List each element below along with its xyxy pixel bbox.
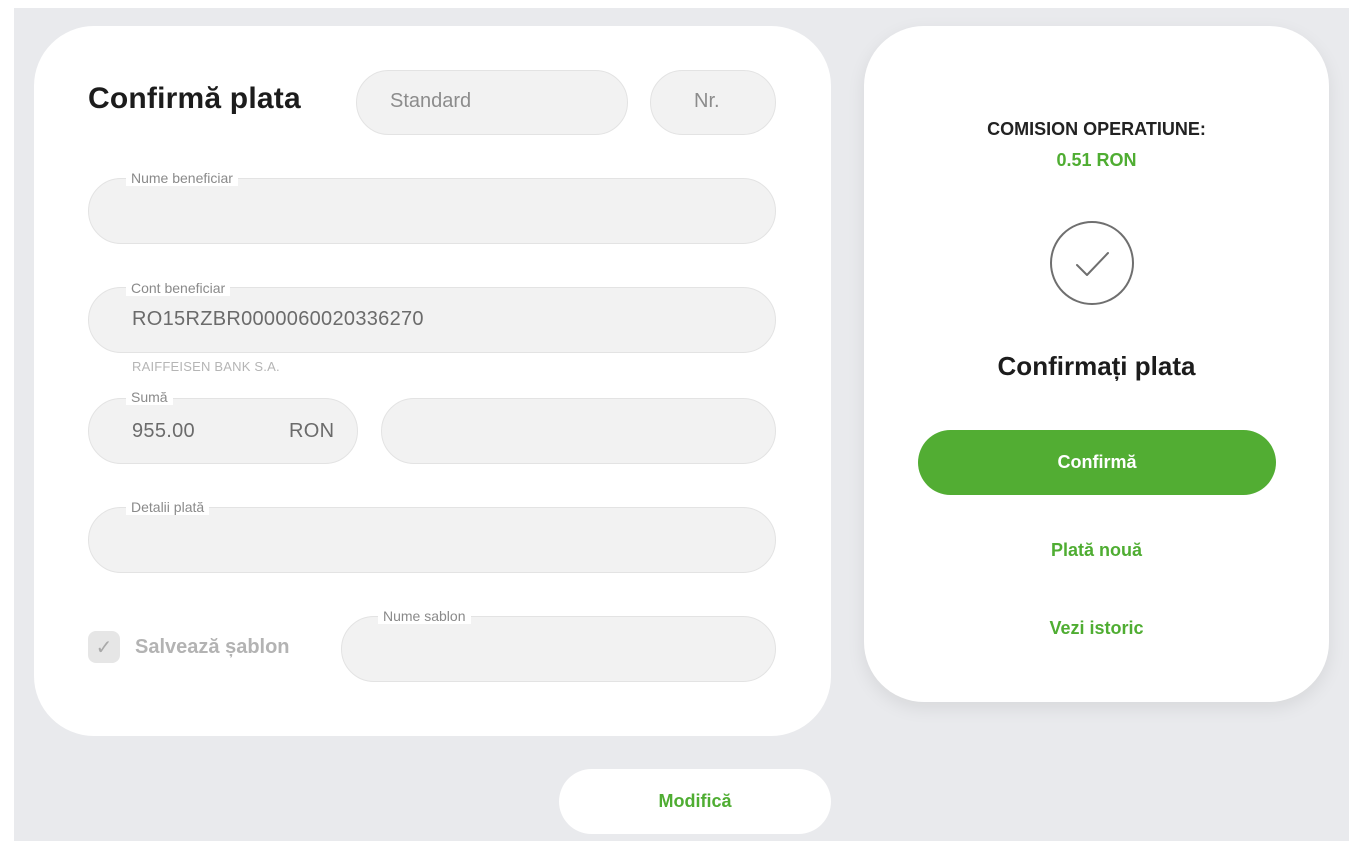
view-history-link[interactable]: Vezi istoric — [864, 618, 1329, 639]
amount-extra-field[interactable] — [381, 398, 776, 464]
check-circle-icon — [1050, 221, 1134, 305]
bank-name: RAIFFEISEN BANK S.A. — [132, 359, 280, 374]
currency-label: RON — [289, 420, 335, 442]
beneficiary-account-value: RO15RZBR0000060020336270 — [132, 308, 424, 330]
confirm-button[interactable]: Confirmă — [918, 430, 1276, 495]
page-title: Confirmă plata — [88, 82, 301, 115]
checkmark-icon: ✓ — [95, 636, 113, 659]
save-template-label: Salvează șablon — [135, 636, 290, 658]
beneficiary-name-field[interactable] — [88, 178, 776, 244]
amount-label: Sumă — [126, 389, 173, 405]
commission-label: COMISION OPERATIUNE: — [987, 119, 1206, 139]
template-name-field[interactable] — [341, 616, 776, 682]
payment-details-label: Detalii plată — [126, 499, 210, 515]
payment-type-value: Standard — [390, 90, 472, 112]
number-placeholder: Nr. — [694, 90, 720, 112]
beneficiary-account-label: Cont beneficiar — [126, 280, 231, 296]
template-name-label: Nume sablon — [378, 608, 471, 624]
amount-value: 955.00 — [132, 420, 195, 442]
modify-button[interactable]: Modifică — [559, 769, 831, 834]
commission-value: 0.51 RON — [1056, 150, 1137, 170]
save-template-checkbox[interactable]: ✓ — [88, 631, 120, 663]
payment-details-field[interactable] — [88, 507, 776, 573]
confirm-payment-title: Confirmați plata — [997, 351, 1196, 381]
new-payment-link[interactable]: Plată nouă — [864, 540, 1329, 561]
beneficiary-name-label: Nume beneficiar — [126, 170, 238, 186]
